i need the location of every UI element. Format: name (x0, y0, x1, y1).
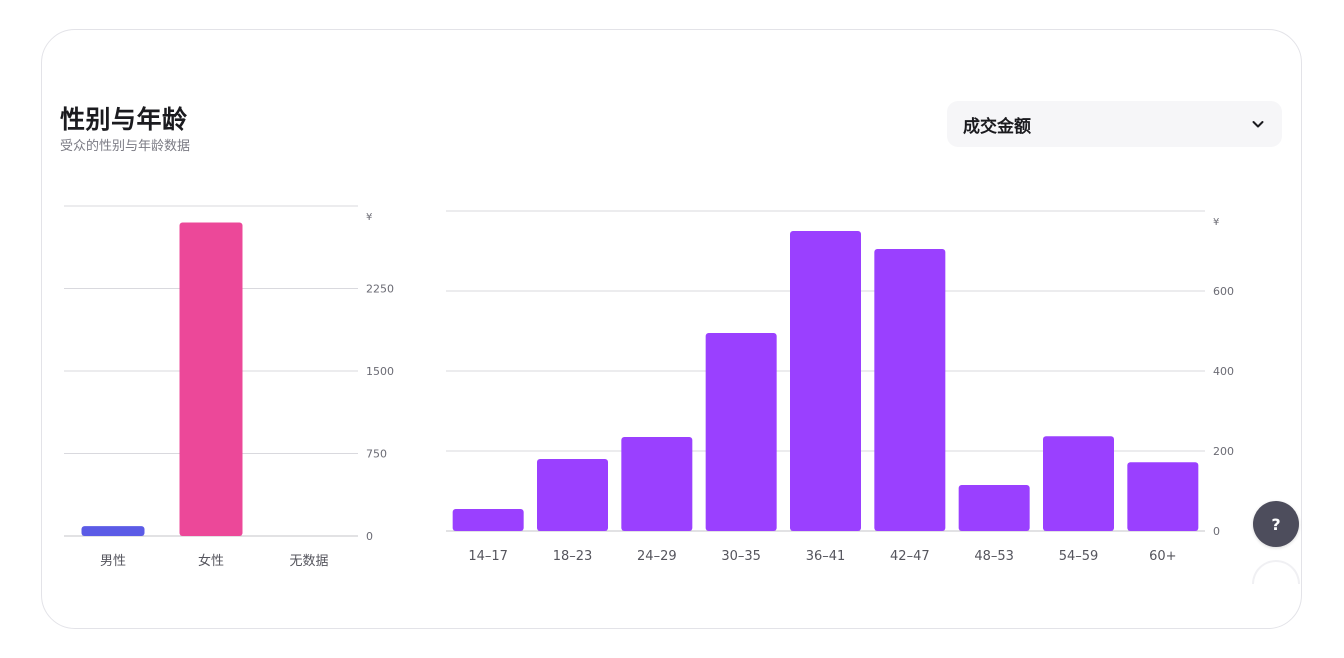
y-tick-label: 400 (1213, 365, 1234, 378)
bar-8[interactable] (1127, 462, 1199, 531)
bar-3[interactable] (705, 333, 777, 531)
x-tick-label: 18–23 (553, 549, 593, 564)
y-tick-label: 0 (1213, 525, 1220, 538)
bar-4[interactable] (790, 231, 861, 531)
bar-0[interactable] (452, 509, 524, 531)
x-tick-label: 42–47 (890, 549, 930, 564)
y-tick-label: 600 (1213, 285, 1234, 298)
y-tick-label: 200 (1213, 445, 1234, 458)
x-tick-label: 14–17 (468, 549, 508, 564)
bar-1[interactable] (537, 459, 608, 531)
bar-5[interactable] (874, 249, 946, 531)
bar-6[interactable] (958, 485, 1030, 531)
x-tick-label: 48–53 (974, 549, 1014, 564)
x-tick-label: 60+ (1149, 549, 1176, 564)
y-unit-label: ¥ (1213, 217, 1219, 228)
age-bar-chart: 0 200 400 600 ¥14–17 18–23 24–29 30–35 36–41 42–4… (446, 210, 1234, 564)
x-tick-label: 36–41 (806, 549, 846, 564)
help-icon: ? (1271, 514, 1281, 534)
x-tick-label: 54–59 (1059, 549, 1099, 564)
bar-2[interactable] (621, 437, 693, 531)
x-tick-label: 30–35 (721, 549, 761, 564)
help-button[interactable]: ? (1253, 501, 1299, 547)
x-tick-label: 24–29 (637, 549, 677, 564)
bar-7[interactable] (1043, 436, 1114, 531)
